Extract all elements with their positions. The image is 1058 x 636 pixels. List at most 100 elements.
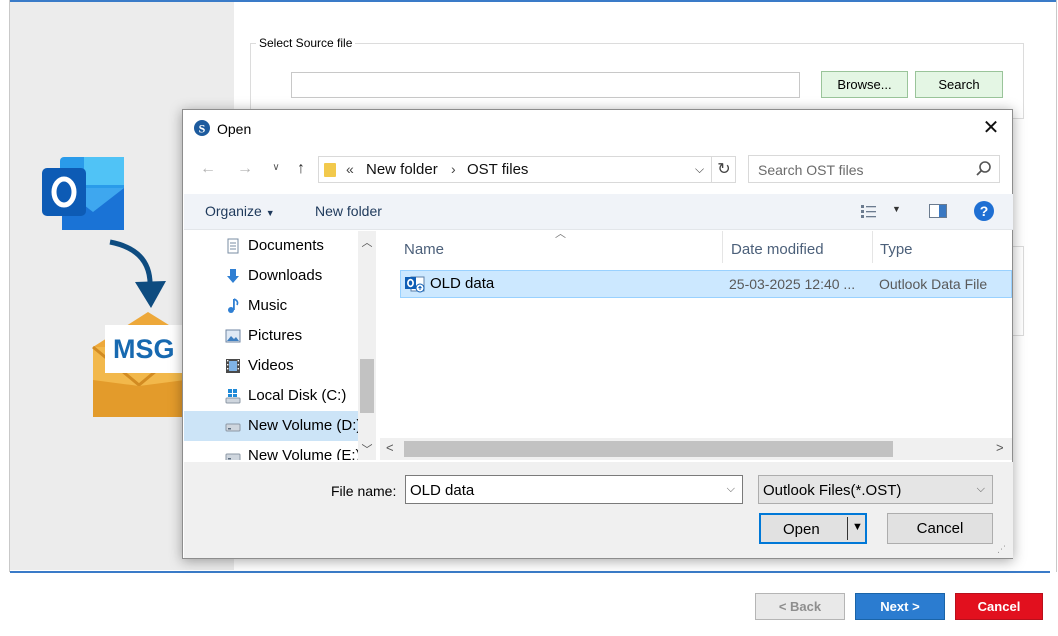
back-button[interactable]: < Back xyxy=(755,593,845,620)
arrow-down-icon xyxy=(109,239,166,308)
scroll-right-icon[interactable]: > xyxy=(996,440,1004,455)
next-button[interactable]: Next > xyxy=(855,593,945,620)
svg-text:S: S xyxy=(199,122,206,136)
nav-item-local-disk-c[interactable]: Local Disk (C:) xyxy=(184,381,359,411)
drive-icon xyxy=(225,453,241,460)
nav-item-new-volume-e[interactable]: New Volume (E:) xyxy=(184,441,361,460)
drive-icon xyxy=(225,423,241,432)
file-row[interactable]: OLD data 25-03-2025 12:40 ... Outlook Da… xyxy=(400,270,1012,298)
background-panel-fragment xyxy=(1012,246,1024,336)
search-button[interactable]: Search xyxy=(915,71,1003,98)
view-dropdown-icon[interactable]: ▼ xyxy=(892,204,901,214)
horizontal-scrollbar-thumb[interactable] xyxy=(404,441,893,457)
file-type-dropdown-icon[interactable]: ⌵ xyxy=(977,483,985,496)
horizontal-scrollbar[interactable]: < > xyxy=(380,438,1012,460)
search-placeholder: Search OST files xyxy=(758,162,864,178)
column-name[interactable]: Name xyxy=(404,241,444,258)
open-button-label: Open xyxy=(783,521,820,538)
up-arrow-icon[interactable]: ↑ xyxy=(290,158,312,180)
help-icon[interactable]: ? xyxy=(974,201,994,221)
scrollbar-thumb[interactable] xyxy=(360,359,374,413)
open-button[interactable]: Open ▼ xyxy=(759,513,867,544)
browse-button[interactable]: Browse... xyxy=(821,71,908,98)
column-divider[interactable] xyxy=(872,231,873,263)
nav-item-label: Videos xyxy=(248,357,294,374)
open-file-dialog: S Open ✕ ← → ∨ ↑ « New folder › OST file… xyxy=(182,109,1013,559)
nav-item-label: Documents xyxy=(248,237,324,254)
local-disk-icon xyxy=(225,389,241,404)
view-options-icon[interactable] xyxy=(860,202,880,220)
nav-item-label: New Volume (E:) xyxy=(248,447,361,460)
breadcrumb-separator-icon: › xyxy=(451,161,456,177)
nav-item-documents[interactable]: Documents xyxy=(184,231,359,261)
column-divider[interactable] xyxy=(722,231,723,263)
breadcrumb-overflow[interactable]: « xyxy=(346,161,354,177)
file-name-label: File name: xyxy=(331,483,397,499)
nav-item-videos[interactable]: Videos xyxy=(184,351,359,381)
dialog-titlebar: S Open ✕ xyxy=(183,110,1012,146)
address-dropdown-icon[interactable]: ⌵ xyxy=(695,162,704,177)
refresh-icon[interactable]: ↻ xyxy=(711,157,736,182)
recent-locations-chevron-icon[interactable]: ∨ xyxy=(265,157,287,179)
organize-menu[interactable]: Organize ▼ xyxy=(205,203,275,219)
new-folder-button[interactable]: New folder xyxy=(315,203,382,219)
open-options-dropdown-icon[interactable]: ▼ xyxy=(852,521,863,533)
close-icon[interactable]: ✕ xyxy=(979,116,1003,140)
nav-item-label: Local Disk (C:) xyxy=(248,387,347,404)
downloads-icon xyxy=(227,269,239,283)
split-divider xyxy=(847,517,848,540)
pictures-icon xyxy=(225,329,241,343)
file-name-input[interactable]: OLD data ⌵ xyxy=(405,475,743,504)
dialog-title: Open xyxy=(217,121,252,137)
column-type[interactable]: Type xyxy=(880,241,913,258)
command-toolbar: Organize ▼ New folder ▼ ? xyxy=(184,194,1013,230)
forward-arrow-icon[interactable]: → xyxy=(234,158,256,180)
nav-item-label: New Volume (D:) xyxy=(248,417,362,434)
window-right-border xyxy=(1056,0,1057,572)
dialog-cancel-button[interactable]: Cancel xyxy=(887,513,993,544)
organize-label: Organize xyxy=(205,203,262,219)
msg-label: MSG xyxy=(113,334,175,364)
scroll-up-icon[interactable]: ︿ xyxy=(358,234,376,250)
nav-item-label: Downloads xyxy=(248,267,323,284)
file-name: OLD data xyxy=(430,275,495,292)
resize-grip-icon[interactable]: ⋰ xyxy=(997,544,1006,555)
column-date-modified[interactable]: Date modified xyxy=(731,241,824,258)
sort-ascending-icon: ︿ xyxy=(555,228,566,240)
file-name-dropdown-icon[interactable]: ⌵ xyxy=(727,483,735,496)
search-icon[interactable] xyxy=(973,158,995,180)
search-box[interactable]: Search OST files xyxy=(748,155,1000,183)
navigation-pane: Documents Downloads Music Pictures Video… xyxy=(184,231,377,460)
nav-item-downloads[interactable]: Downloads xyxy=(184,261,359,291)
outlook-to-msg-illustration: MSG xyxy=(40,150,186,423)
dialog-footer: File name: OLD data ⌵ Outlook Files(*.OS… xyxy=(184,462,1013,558)
app-logo-icon: S xyxy=(194,120,210,136)
breadcrumb-ost-files[interactable]: OST files xyxy=(467,161,528,178)
source-path-input[interactable] xyxy=(291,72,800,98)
scroll-down-icon[interactable]: ﹀ xyxy=(358,441,376,457)
breadcrumb-new-folder[interactable]: New folder xyxy=(366,161,438,178)
file-date-modified: 25-03-2025 12:40 ... xyxy=(729,276,856,292)
file-type-select[interactable]: Outlook Files(*.OST) ⌵ xyxy=(758,475,993,504)
scroll-left-icon[interactable]: < xyxy=(386,440,394,455)
cancel-button[interactable]: Cancel xyxy=(955,593,1043,620)
outlook-logo-icon xyxy=(42,157,124,230)
nav-item-new-volume-d[interactable]: New Volume (D:) xyxy=(184,411,362,441)
documents-icon xyxy=(227,238,239,254)
outlook-data-file-icon xyxy=(405,276,425,293)
preview-pane-icon[interactable] xyxy=(928,202,948,220)
file-type: Outlook Data File xyxy=(879,276,988,292)
nav-item-label: Pictures xyxy=(248,327,303,344)
nav-item-label: Music xyxy=(248,297,288,314)
videos-icon xyxy=(226,359,240,373)
bottom-accent-line xyxy=(10,571,1050,573)
organize-caret-icon: ▼ xyxy=(265,208,275,218)
nav-item-music[interactable]: Music xyxy=(184,291,359,321)
file-list: ︿ Name Date modified Type OLD data 25-03… xyxy=(379,228,1012,460)
file-name-value: OLD data xyxy=(410,482,475,499)
back-arrow-icon[interactable]: ← xyxy=(197,158,219,180)
navigation-scrollbar[interactable]: ︿ ﹀ xyxy=(358,231,376,460)
address-bar[interactable]: « New folder › OST files ⌵ ↻ xyxy=(318,156,736,183)
msg-envelope-icon xyxy=(92,312,186,417)
nav-item-pictures[interactable]: Pictures xyxy=(184,321,359,351)
